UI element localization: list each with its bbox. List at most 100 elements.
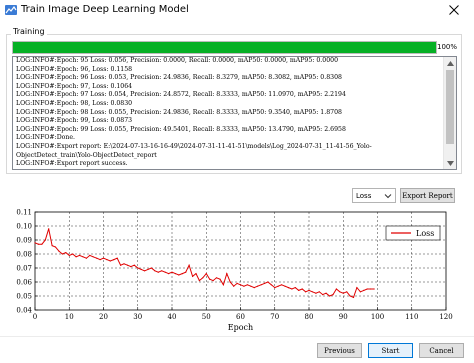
data-point: [133, 264, 135, 266]
data-point: [260, 284, 262, 286]
data-point: [102, 257, 105, 259]
data-point: [311, 291, 313, 293]
data-point: [226, 273, 228, 275]
scroll-down-icon[interactable]: [444, 157, 456, 169]
log-line: LOG:INFO#:Export report: E:\2024-07-13-1…: [16, 142, 372, 150]
data-point: [346, 291, 348, 293]
data-point: [185, 271, 187, 273]
log-line: LOG:INFO#:Epoch: 95 Loss: 0.056, Precisi…: [16, 57, 339, 64]
x-axis-label: Epoch: [228, 323, 253, 332]
data-point: [359, 291, 361, 293]
data-point: [332, 294, 334, 296]
data-point: [291, 288, 293, 290]
log-line: LOG:INFO#:Export report success.: [16, 160, 128, 168]
log-scrollbar[interactable]: [443, 57, 456, 169]
data-point: [85, 257, 87, 259]
training-log[interactable]: LOG:INFO#:Epoch: 95 Loss: 0.056, Precisi…: [12, 56, 457, 170]
data-point: [109, 260, 111, 262]
data-point: [318, 291, 320, 293]
log-line: LOG:INFO#:Epoch: 99, Loss: 0.0873: [16, 117, 133, 125]
y-tick-label: 0.06: [16, 279, 32, 287]
data-point: [174, 273, 176, 275]
log-line: LOG:INFO#:Epoch: 97, Loss: 0.1064: [16, 82, 133, 90]
training-progress-bar: [12, 41, 437, 54]
data-point: [99, 259, 101, 261]
data-point: [58, 250, 60, 252]
data-point: [72, 253, 74, 255]
data-point: [294, 287, 296, 289]
scroll-up-icon[interactable]: [444, 57, 456, 69]
data-point: [212, 280, 214, 282]
data-point: [229, 281, 231, 283]
data-point: [92, 256, 94, 258]
data-point: [113, 259, 115, 261]
data-point: [147, 268, 149, 270]
data-point: [130, 266, 132, 268]
data-point: [356, 287, 358, 289]
data-point: [144, 270, 146, 272]
training-progress-text: 100%: [437, 43, 458, 51]
x-tick-label: 70: [270, 313, 279, 321]
log-line: LOG:INFO#:Epoch: 96, Loss: 0.1158: [16, 65, 133, 73]
data-point: [75, 256, 77, 258]
data-point: [352, 296, 355, 298]
data-point: [126, 264, 129, 266]
export-report-button[interactable]: Export Report: [400, 188, 455, 203]
data-point: [188, 264, 190, 266]
log-scroll-thumb[interactable]: [446, 70, 454, 144]
footer-divider: [0, 336, 474, 337]
data-point: [349, 295, 351, 297]
data-point: [44, 239, 46, 241]
x-tick-label: 110: [405, 313, 418, 321]
data-point: [178, 274, 180, 276]
data-point: [181, 273, 183, 275]
close-icon: [449, 5, 459, 15]
log-line: LOG:INFO#:Epoch: 97 Loss: 0.054, Precisi…: [16, 91, 346, 99]
y-tick-label: 0.11: [16, 209, 32, 217]
data-point: [325, 292, 327, 294]
cancel-button[interactable]: Cancel: [419, 343, 464, 358]
data-point: [250, 285, 252, 287]
y-tick-label: 0.05: [16, 293, 32, 301]
metric-select[interactable]: Loss: [352, 188, 396, 203]
training-group-label: Training: [11, 27, 47, 37]
x-tick-label: 30: [133, 313, 142, 321]
previous-button[interactable]: Previous: [317, 343, 362, 358]
data-point: [239, 284, 242, 286]
log-line: LOG:INFO#:Epoch: 98, Loss: 0.0830: [16, 99, 133, 107]
data-point: [246, 284, 248, 286]
data-point: [219, 278, 221, 280]
data-point: [274, 287, 276, 289]
data-point: [315, 292, 317, 294]
log-line: ObjectDetect_train\Yolo-ObjectDetect_rep…: [16, 151, 157, 159]
data-point: [89, 254, 91, 256]
data-point: [342, 292, 344, 294]
data-point: [257, 285, 259, 287]
data-point: [373, 288, 375, 290]
x-tick-label: 0: [33, 313, 37, 321]
x-tick-label: 50: [202, 313, 211, 321]
data-point: [263, 282, 266, 284]
data-point: [150, 267, 152, 269]
log-lines: LOG:INFO#:Epoch: 95 Loss: 0.056, Precisi…: [16, 57, 440, 169]
x-tick-label: 20: [99, 313, 108, 321]
data-point: [209, 278, 211, 280]
title-bar: Train Image Deep Learning Model: [0, 0, 474, 24]
close-button[interactable]: [434, 0, 474, 20]
data-point: [281, 284, 283, 286]
x-tick-label: 60: [236, 313, 245, 321]
data-point: [233, 285, 235, 287]
app-icon: [5, 5, 17, 15]
data-point: [171, 271, 173, 273]
data-point: [370, 288, 372, 290]
data-point: [34, 242, 36, 244]
data-point: [267, 281, 269, 283]
legend-label: Loss: [416, 229, 434, 238]
x-tick-label: 120: [439, 313, 452, 321]
data-point: [161, 270, 163, 272]
start-button[interactable]: Start: [368, 343, 413, 358]
data-point: [222, 284, 224, 286]
data-point: [116, 257, 118, 259]
data-point: [270, 284, 272, 286]
log-line: LOG:INFO#:Epoch: 98 Loss: 0.055, Precisi…: [16, 108, 342, 116]
